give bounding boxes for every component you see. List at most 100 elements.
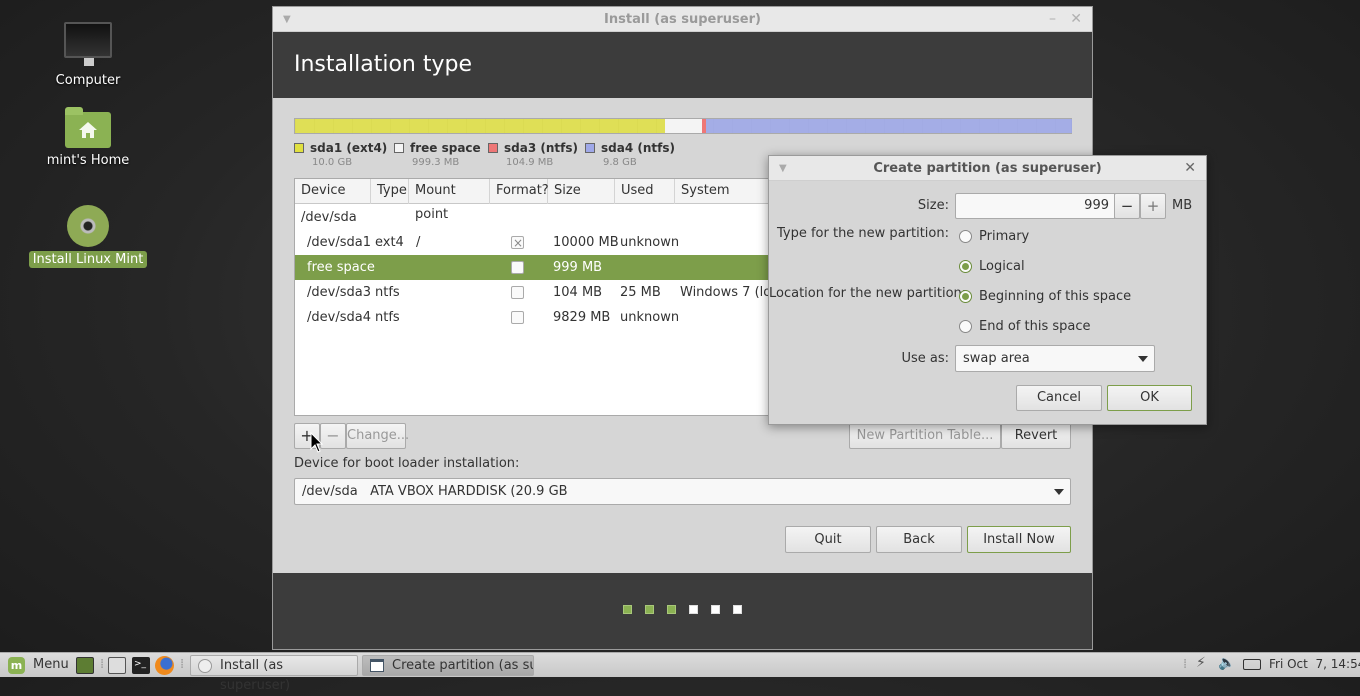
taskbar-task-create-partition[interactable]: Create partition (as su... [362,655,534,676]
clock[interactable]: Fri Oct 7, 14:54 [1269,657,1360,671]
separator: ⁞ [180,657,185,672]
location-label: Location for the new partition: [769,286,967,301]
installer-app-icon [198,659,212,673]
location-end-radio[interactable] [959,320,972,333]
desktop-icon-computer[interactable]: Computer [28,22,148,89]
location-beginning-radio[interactable] [959,290,972,303]
cell-device: /dev/sda4 [307,310,371,325]
type-primary-label[interactable]: Primary [979,229,1029,244]
file-manager-icon[interactable] [108,657,126,674]
cell-used: unknown [620,310,680,325]
column-header-format[interactable]: Format? [490,179,549,204]
type-logical-radio[interactable] [959,260,972,273]
size-unit: MB [1172,198,1193,213]
close-icon[interactable]: ✕ [1184,156,1196,181]
change-partition-button[interactable]: Change... [346,423,409,449]
bootloader-device-value: /dev/sda ATA VBOX HARDDISK (20.9 GB [302,484,568,499]
format-checkbox[interactable] [511,261,524,274]
legend-sda4: sda4 (ntfs) 9.8 GB [585,141,675,168]
installer-titlebar[interactable]: ▼ Install (as superuser) – ✕ [273,7,1092,32]
column-header-used[interactable]: Used [615,179,675,204]
cell-used: unknown [620,235,680,250]
progress-step-dot [623,605,632,614]
use-as-value: swap area [963,351,1030,366]
legend-size: 10.0 GB [312,157,353,168]
close-icon[interactable]: ✕ [1070,7,1082,32]
cell-device: free space [307,260,375,275]
column-header-device[interactable]: Device [295,179,371,204]
legend-swatch [488,143,498,153]
cell-used: 25 MB [620,285,661,300]
size-decrement-button[interactable]: − [1114,193,1140,219]
use-as-label: Use as: [901,351,949,366]
location-beginning-label[interactable]: Beginning of this space [979,289,1131,304]
format-checkbox[interactable] [511,311,524,324]
type-primary-radio[interactable] [959,230,972,243]
column-header-size[interactable]: Size [548,179,615,204]
cell-type: ntfs [375,310,400,325]
taskbar-task-installer[interactable]: Install (as superuser) [190,655,358,693]
cell-device: /dev/sda [301,210,357,225]
chevron-down-icon [1054,489,1064,495]
revert-button[interactable]: Revert [1001,423,1071,449]
legend-swatch [294,143,304,153]
cell-mount: / [416,235,421,250]
cell-size: 9829 MB [553,310,611,325]
quit-button[interactable]: Quit [785,526,871,553]
partition-bar [294,118,1072,134]
desktop-icon-home[interactable]: mint's Home [28,107,148,169]
location-end-label[interactable]: End of this space [979,319,1091,334]
partition-bar-sda1 [295,119,665,133]
desktop-icon-label: Install Linux Mint [28,251,148,268]
bootloader-device-select[interactable]: /dev/sda ATA VBOX HARDDISK (20.9 GB [294,478,1071,505]
progress-step-dot [711,605,720,614]
bootloader-label: Device for boot loader installation: [294,456,520,471]
partition-bar-free [665,119,702,133]
progress-step-dot [667,605,676,614]
size-input[interactable]: 999 [955,193,1115,219]
dialog-titlebar[interactable]: ▼ Create partition (as superuser) ✕ [769,156,1206,181]
format-checkbox[interactable] [511,231,524,256]
back-button[interactable]: Back [876,526,962,553]
installer-header: Installation type [273,32,1092,98]
legend-sda1: sda1 (ext4) 10.0 GB [294,141,387,168]
column-header-mount[interactable]: Mount point [409,179,490,222]
network-icon[interactable]: ⚡ [1196,655,1206,671]
computer-icon [64,22,112,66]
cell-type: ntfs [375,285,400,300]
dialog-title: Create partition (as superuser) [873,161,1102,176]
window-menu-icon[interactable]: ▼ [283,7,291,32]
cell-device: /dev/sda1 [307,235,371,250]
installer-footer [273,573,1092,649]
menu-button[interactable]: m Menu [6,654,69,677]
ok-button[interactable]: OK [1107,385,1192,411]
firefox-icon[interactable] [155,656,174,675]
window-app-icon [370,659,384,672]
battery-icon[interactable] [1243,659,1261,670]
install-now-button[interactable]: Install Now [967,526,1071,553]
new-partition-table-button[interactable]: New Partition Table... [849,423,1001,449]
legend-swatch [394,143,404,153]
mouse-cursor-icon [310,432,324,453]
format-checkbox[interactable] [511,286,524,299]
home-folder-icon [65,107,111,148]
desktop-icon-label: mint's Home [46,153,130,168]
desktop-icon-label: Computer [55,73,121,88]
show-desktop-icon[interactable] [76,657,94,674]
cancel-button[interactable]: Cancel [1016,385,1102,411]
window-menu-icon[interactable]: ▼ [779,156,787,181]
volume-icon[interactable]: 🔈 [1218,655,1235,671]
cell-size: 999 MB [553,260,603,275]
taskbar: m Menu ⁞ >_ ⁞ Install (as superuser) Cre… [0,652,1360,693]
type-logical-label[interactable]: Logical [979,259,1025,274]
column-header-type[interactable]: Type [371,179,409,204]
legend-size: 104.9 MB [506,157,554,168]
legend-sda3: sda3 (ntfs) 104.9 MB [488,141,578,168]
legend-name: sda4 (ntfs) [601,141,675,155]
terminal-icon[interactable]: >_ [132,657,150,674]
minimize-icon[interactable]: – [1049,7,1056,32]
desktop-icon-install-linux-mint[interactable]: Install Linux Mint [28,205,148,268]
cell-type: ext4 [375,235,404,250]
use-as-select[interactable]: swap area [955,345,1155,372]
size-increment-button[interactable]: + [1140,193,1166,219]
